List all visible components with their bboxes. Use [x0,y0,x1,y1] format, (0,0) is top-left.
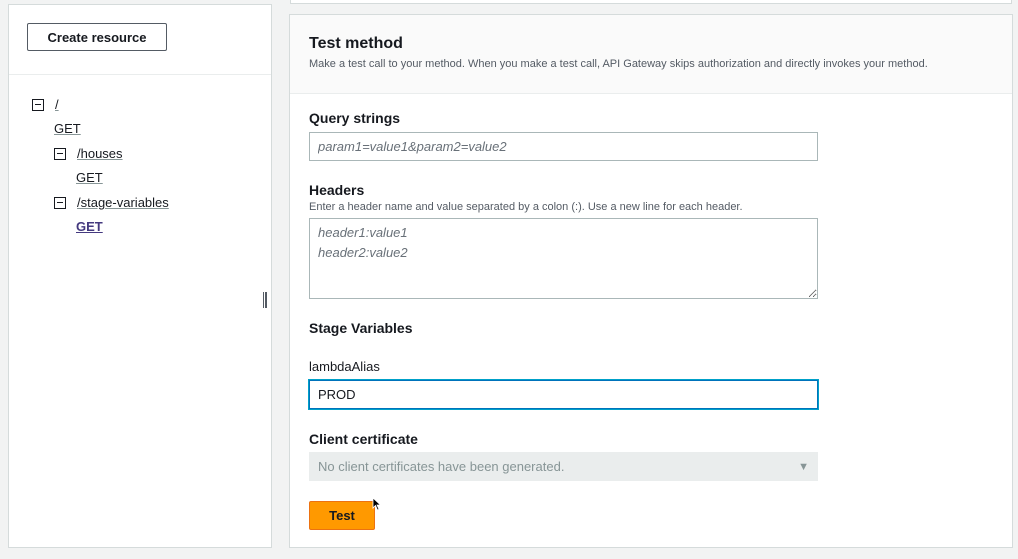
headers-label: Headers [309,182,365,198]
test-button[interactable]: Test [309,501,375,530]
test-method-header: Test method Make a test call to your met… [290,15,1012,94]
resources-panel-header: Create resource [9,5,271,75]
drag-handle-icon[interactable] [263,292,267,308]
previous-panel-edge [290,0,1012,4]
query-strings-label: Query strings [309,110,401,126]
method-link-root-get[interactable]: GET [54,121,81,136]
collapse-square-icon[interactable] [54,196,66,209]
stage-variables-label: Stage Variables [309,320,413,336]
tree-node-stage-variables-get: GET [76,219,103,234]
collapse-square-icon[interactable] [54,147,66,160]
tree-node-houses-get: GET [76,170,103,185]
client-certificate-selected: No client certificates have been generat… [318,459,565,474]
query-strings-input[interactable] [309,132,818,161]
method-link-houses-get[interactable]: GET [76,170,103,185]
client-certificate-select[interactable]: No client certificates have been generat… [309,452,818,481]
resources-panel: Create resource / GET /houses GET /stage… [8,4,272,548]
create-resource-button[interactable]: Create resource [27,23,167,51]
stage-variable-name: lambdaAlias [309,359,380,374]
caret-down-icon: ▼ [798,460,809,473]
collapse-square-icon[interactable] [32,98,44,111]
resource-link-houses[interactable]: /houses [77,146,123,161]
tree-node-root: / [32,97,59,112]
headers-textarea[interactable] [309,218,818,299]
headers-hint: Enter a header name and value separated … [309,201,743,213]
test-method-panel: Test method Make a test call to your met… [289,14,1013,548]
tree-node-root-get: GET [54,121,81,136]
resource-link-stage-variables[interactable]: /stage-variables [77,195,169,210]
stage-variable-value-input[interactable] [309,380,818,409]
page-title: Test method [309,35,403,52]
method-link-stage-variables-get[interactable]: GET [76,219,103,234]
tree-node-stage-variables: /stage-variables [54,195,169,210]
client-certificate-label: Client certificate [309,431,418,447]
tree-node-houses: /houses [54,146,123,161]
mouse-cursor-icon [372,497,382,511]
page-description: Make a test call to your method. When yo… [309,58,928,70]
resource-link-root[interactable]: / [55,97,59,112]
